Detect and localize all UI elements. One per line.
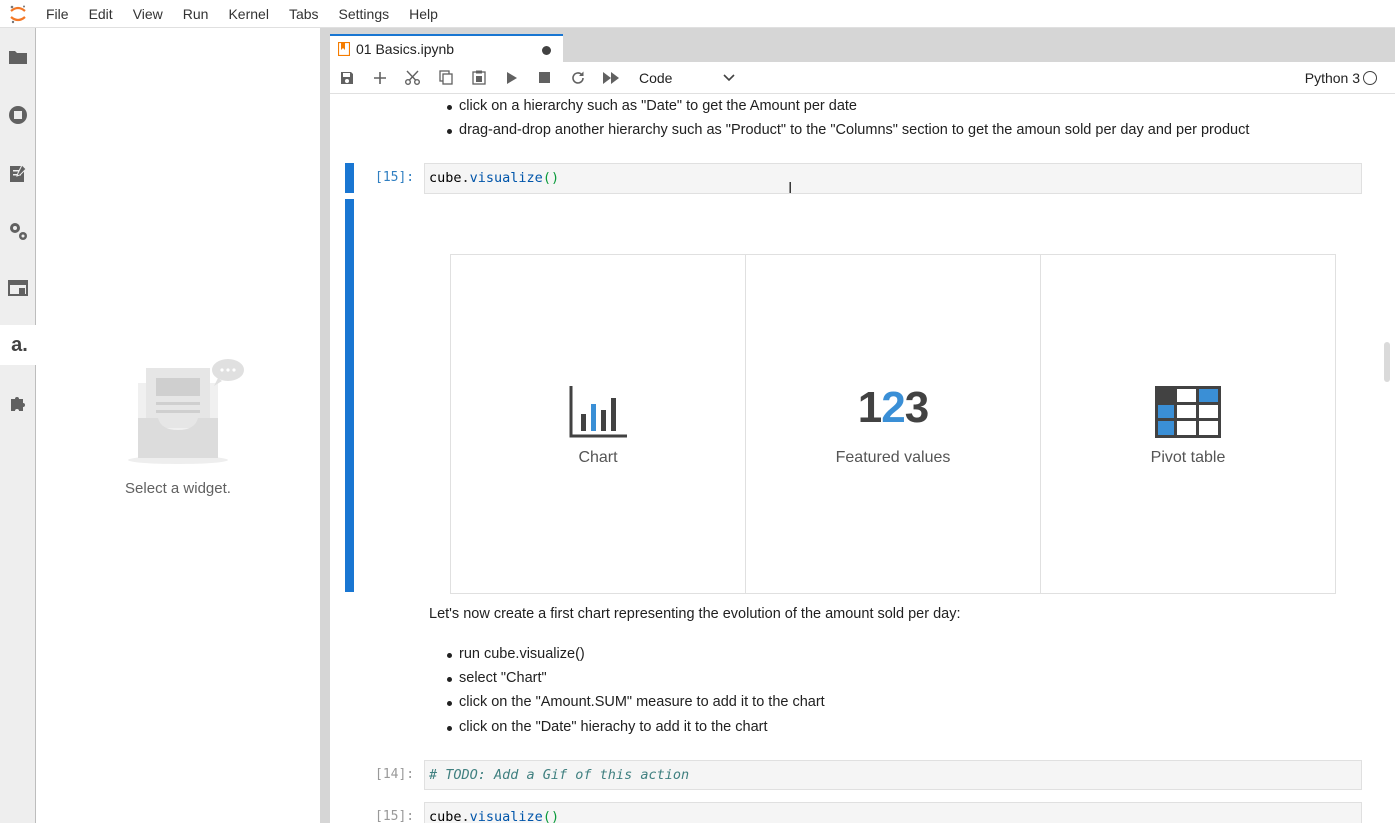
tab-notebook[interactable]: 01 Basics.ipynb <box>330 34 563 62</box>
cell-type-select[interactable]: Code <box>639 66 739 90</box>
folder-icon[interactable] <box>0 37 36 77</box>
code-comment: # TODO: Add a Gif of this action <box>429 767 690 783</box>
restart-icon[interactable] <box>561 62 594 94</box>
jupyter-logo-icon <box>0 0 36 28</box>
stop-icon[interactable] <box>528 62 561 94</box>
menu-run[interactable]: Run <box>173 0 219 28</box>
widget-option-pivot-table[interactable]: Pivot table <box>1041 255 1335 593</box>
notebook-cells[interactable]: click on a hierarchy such as "Date" to g… <box>330 94 1395 823</box>
cell-type-value: Code <box>639 69 673 86</box>
unsaved-dot-icon[interactable] <box>542 46 551 55</box>
visualize-widget: Chart 123 Featured values Pivot table <box>450 254 1336 594</box>
widget-option-featured-values[interactable]: 123 Featured values <box>746 255 1041 593</box>
empty-inbox-icon <box>128 358 248 468</box>
commands-icon[interactable] <box>0 153 36 193</box>
cell-collapser[interactable] <box>345 163 354 193</box>
save-icon[interactable] <box>330 62 363 94</box>
widget-panel: Select a widget. <box>36 28 320 823</box>
atoti-icon[interactable]: a. <box>0 325 37 365</box>
menu-kernel[interactable]: Kernel <box>218 0 278 28</box>
add-cell-icon[interactable] <box>363 62 396 94</box>
menu-bar: File Edit View Run Kernel Tabs Settings … <box>0 0 1395 28</box>
text-cursor-icon: I <box>788 180 793 197</box>
chevron-down-icon <box>723 73 735 81</box>
code-token: . <box>461 170 470 186</box>
notebook-area: 01 Basics.ipynb Code Python 3 click on a… <box>330 28 1395 823</box>
input-prompt: [15]: <box>375 809 415 823</box>
list-item: click on the "Date" hierachy to add it t… <box>447 719 768 735</box>
widget-option-label: Pivot table <box>1150 449 1226 466</box>
extension-icon[interactable] <box>0 384 36 424</box>
chart-icon <box>569 386 627 443</box>
tab-title: 01 Basics.ipynb <box>356 41 455 57</box>
widget-option-chart[interactable]: Chart <box>451 255 746 593</box>
property-inspector-icon[interactable] <box>0 211 36 251</box>
panel-splitter[interactable] <box>320 28 330 823</box>
code-input[interactable]: cube.visualize() <box>424 802 1362 823</box>
copy-icon[interactable] <box>429 62 462 94</box>
kernel-name[interactable]: Python 3 <box>1305 70 1360 86</box>
kernel-status-icon <box>1363 71 1377 85</box>
empty-widget-message: Select a widget. <box>125 480 231 497</box>
code-token: cube <box>429 170 462 186</box>
tab-bar: 01 Basics.ipynb <box>330 28 1395 62</box>
paragraph: Let's now create a first chart represent… <box>429 606 961 622</box>
list-item: run cube.visualize() <box>447 646 585 662</box>
output-collapser[interactable] <box>345 199 354 592</box>
scrollbar-thumb[interactable] <box>1384 342 1390 382</box>
activity-bar: a. <box>0 28 37 823</box>
notebook-toolbar: Code Python 3 <box>330 62 1395 94</box>
running-icon[interactable] <box>0 95 36 135</box>
paste-icon[interactable] <box>462 62 495 94</box>
pivot-table-icon <box>1155 386 1221 443</box>
code-token: . <box>461 809 470 823</box>
digit: 3 <box>904 383 930 432</box>
menu-view[interactable]: View <box>123 0 173 28</box>
cut-icon[interactable] <box>396 62 429 94</box>
code-token: visualize <box>469 809 543 823</box>
digit: 1 <box>857 383 883 432</box>
code-token: visualize <box>469 170 543 186</box>
code-input[interactable]: # TODO: Add a Gif of this action <box>424 760 1362 790</box>
input-prompt: [14]: <box>375 767 415 782</box>
list-item: drag-and-drop another hierarchy such as … <box>446 122 1250 138</box>
tabs-icon[interactable] <box>0 268 36 308</box>
menu-tabs[interactable]: Tabs <box>279 0 329 28</box>
fast-forward-icon[interactable] <box>594 62 627 94</box>
menu-settings[interactable]: Settings <box>329 0 400 28</box>
run-icon[interactable] <box>495 62 528 94</box>
widget-option-label: Chart <box>578 449 618 466</box>
menu-help[interactable]: Help <box>399 0 448 28</box>
digit: 2 <box>881 383 906 432</box>
list-item: select "Chart" <box>447 670 547 686</box>
list-item: click on a hierarchy such as "Date" to g… <box>447 98 857 114</box>
notebook-icon <box>338 42 350 56</box>
menu-file[interactable]: File <box>36 0 79 28</box>
menu-edit[interactable]: Edit <box>79 0 123 28</box>
code-token: cube <box>429 809 462 823</box>
widget-option-label: Featured values <box>835 449 951 466</box>
code-input[interactable]: cube.visualize() <box>424 163 1362 194</box>
featured-values-icon: 123 <box>857 383 930 433</box>
list-item: click on the "Amount.SUM" measure to add… <box>447 694 825 710</box>
code-token: () <box>542 809 560 823</box>
code-token: () <box>542 170 560 186</box>
input-prompt: [15]: <box>375 170 415 185</box>
